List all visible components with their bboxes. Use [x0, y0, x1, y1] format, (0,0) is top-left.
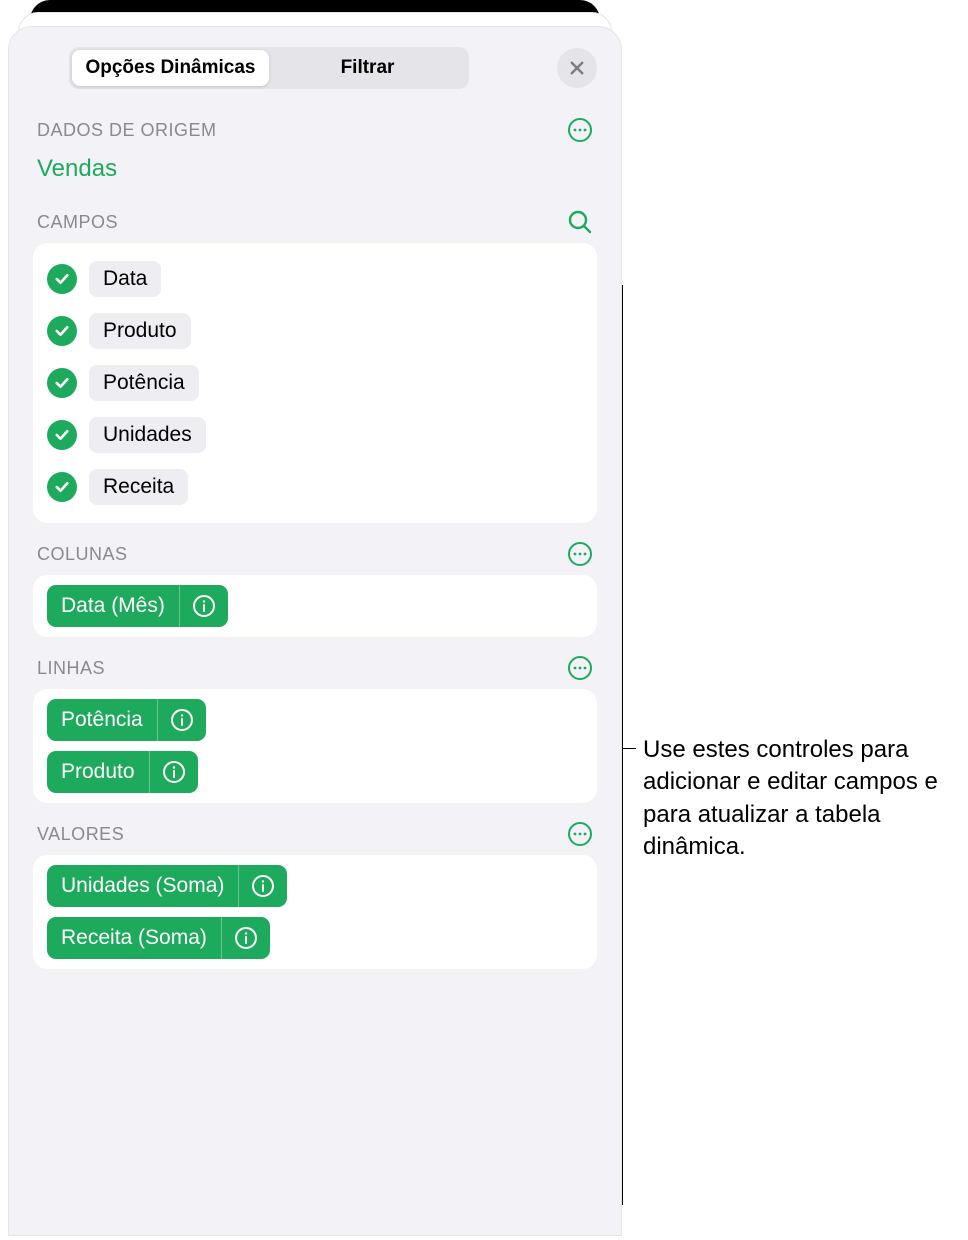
section-title-columns: COLUNAS	[37, 544, 128, 565]
more-icon	[567, 655, 593, 681]
fields-card: Data Produto Potência Unidades Receita	[33, 243, 597, 523]
field-row[interactable]: Data	[47, 253, 583, 305]
chip-label: Data (Mês)	[47, 585, 179, 627]
info-icon	[192, 594, 216, 618]
check-icon	[53, 322, 71, 340]
check-icon	[53, 426, 71, 444]
chip-info-button[interactable]	[180, 585, 228, 627]
check-icon	[53, 270, 71, 288]
fields-search-button[interactable]	[567, 209, 593, 235]
field-checkbox[interactable]	[47, 264, 77, 294]
source-more-button[interactable]	[567, 117, 593, 143]
check-icon	[53, 374, 71, 392]
columns-more-button[interactable]	[567, 541, 593, 567]
section-title-rows: LINHAS	[37, 658, 105, 679]
more-icon	[567, 541, 593, 567]
field-row[interactable]: Receita	[47, 461, 583, 513]
search-icon	[567, 209, 593, 235]
field-label[interactable]: Produto	[89, 313, 191, 349]
row-chip[interactable]: Produto	[47, 751, 198, 793]
section-header-columns: COLUNAS	[33, 541, 597, 567]
value-chip[interactable]: Unidades (Soma)	[47, 865, 287, 907]
section-header-source: DADOS DE ORIGEM	[33, 117, 597, 143]
panel-header: Opções Dinâmicas Filtrar	[33, 47, 597, 89]
chip-info-button[interactable]	[239, 865, 287, 907]
values-more-button[interactable]	[567, 821, 593, 847]
chip-info-button[interactable]	[222, 917, 270, 959]
section-title-source: DADOS DE ORIGEM	[37, 120, 217, 141]
segmented-control: Opções Dinâmicas Filtrar	[69, 47, 469, 89]
field-label[interactable]: Unidades	[89, 417, 206, 453]
chip-label: Potência	[47, 699, 157, 741]
callout-tick	[622, 748, 636, 749]
more-icon	[567, 117, 593, 143]
section-title-values: VALORES	[37, 824, 124, 845]
field-row[interactable]: Produto	[47, 305, 583, 357]
section-title-fields: CAMPOS	[37, 212, 118, 233]
section-header-rows: LINHAS	[33, 655, 597, 681]
field-label[interactable]: Receita	[89, 469, 188, 505]
info-icon	[170, 708, 194, 732]
row-chip[interactable]: Potência	[47, 699, 206, 741]
callout-bracket	[622, 285, 623, 1205]
chip-info-button[interactable]	[150, 751, 198, 793]
chip-info-button[interactable]	[158, 699, 206, 741]
field-checkbox[interactable]	[47, 368, 77, 398]
info-icon	[251, 874, 275, 898]
field-row[interactable]: Potência	[47, 357, 583, 409]
check-icon	[53, 478, 71, 496]
callout-text: Use estes controles para adicionar e edi…	[643, 734, 953, 864]
pivot-options-panel: Opções Dinâmicas Filtrar DADOS DE ORIGEM…	[8, 26, 622, 1236]
close-icon	[568, 59, 586, 77]
column-chip[interactable]: Data (Mês)	[47, 585, 228, 627]
info-icon	[162, 760, 186, 784]
field-label[interactable]: Data	[89, 261, 161, 297]
section-header-fields: CAMPOS	[33, 209, 597, 235]
rows-card: Potência Produto	[33, 689, 597, 803]
field-label[interactable]: Potência	[89, 365, 199, 401]
columns-card: Data (Mês)	[33, 575, 597, 637]
info-icon	[234, 926, 258, 950]
values-card: Unidades (Soma) Receita (Soma)	[33, 855, 597, 969]
value-chip[interactable]: Receita (Soma)	[47, 917, 270, 959]
close-button[interactable]	[557, 48, 597, 88]
tab-pivot-options[interactable]: Opções Dinâmicas	[72, 50, 269, 86]
chip-label: Unidades (Soma)	[47, 865, 238, 907]
field-checkbox[interactable]	[47, 472, 77, 502]
field-checkbox[interactable]	[47, 420, 77, 450]
rows-more-button[interactable]	[567, 655, 593, 681]
chip-label: Receita (Soma)	[47, 917, 221, 959]
more-icon	[567, 821, 593, 847]
tab-filter[interactable]: Filtrar	[269, 50, 466, 86]
field-checkbox[interactable]	[47, 316, 77, 346]
source-name[interactable]: Vendas	[33, 151, 597, 187]
chip-label: Produto	[47, 751, 149, 793]
field-row[interactable]: Unidades	[47, 409, 583, 461]
section-header-values: VALORES	[33, 821, 597, 847]
